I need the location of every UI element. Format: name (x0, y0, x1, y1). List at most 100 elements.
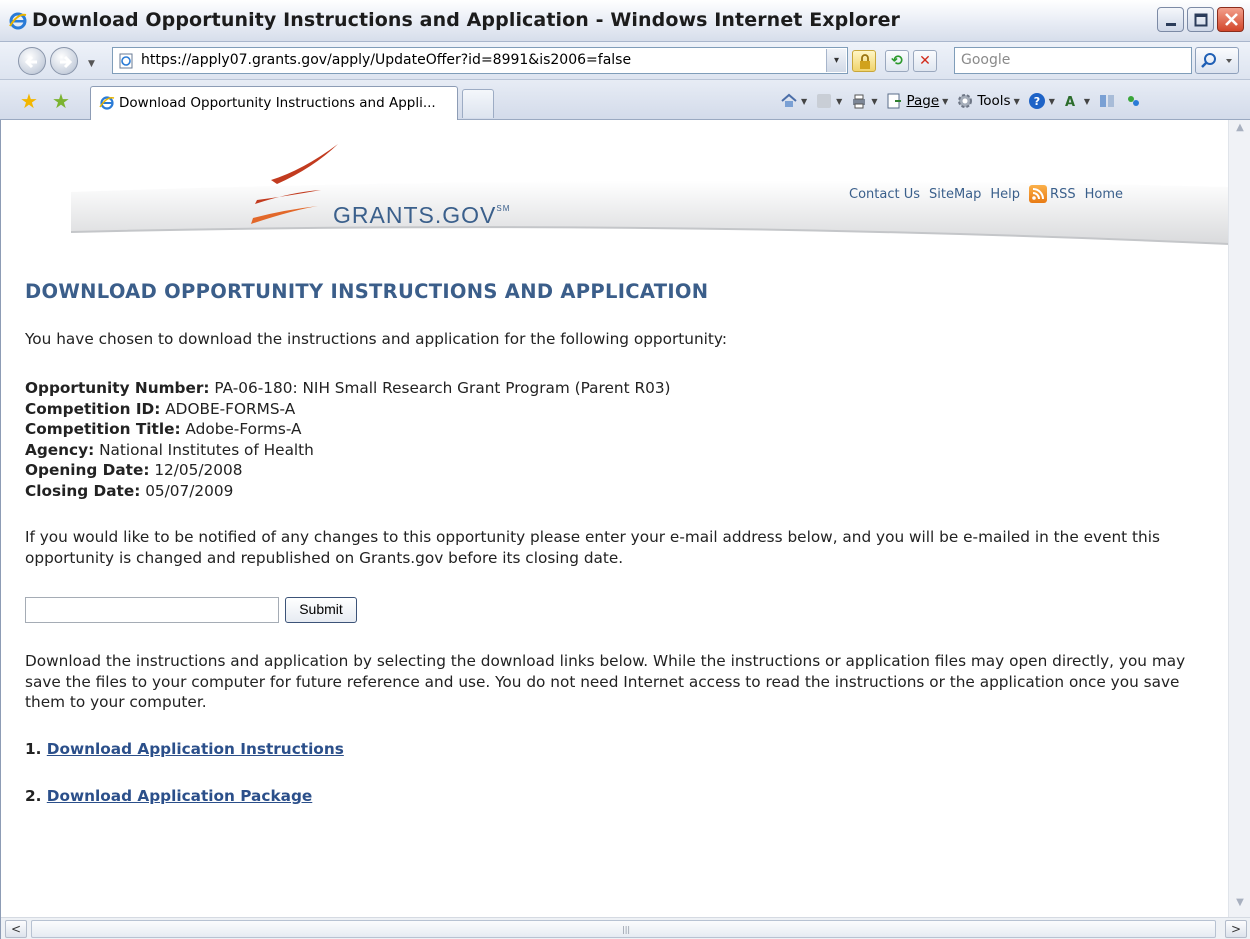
page-icon (119, 53, 133, 69)
help-icon: ? (1028, 93, 1045, 109)
research-button[interactable]: A ▼ (1063, 92, 1090, 110)
search-icon (1201, 53, 1232, 68)
feeds-icon (817, 94, 832, 108)
rss-link[interactable]: RSS (1029, 185, 1076, 203)
svg-text:?: ? (1034, 95, 1040, 108)
horizontal-scrollbar[interactable]: < ||| > (1, 917, 1250, 939)
tools-menu-label: Tools (977, 93, 1011, 109)
download-item-2: 2. Download Application Package (25, 787, 312, 805)
forward-button[interactable] (50, 47, 78, 75)
research-icon-button[interactable] (1098, 92, 1116, 110)
notify-text: If you would like to be notified of any … (25, 528, 1160, 567)
internet-explorer-icon (9, 12, 27, 30)
title-bar: Download Opportunity Instructions and Ap… (0, 0, 1250, 42)
tools-menu-button[interactable]: Tools ▼ (956, 92, 1020, 110)
security-lock-icon[interactable] (852, 50, 876, 72)
recent-pages-dropdown[interactable]: ▼ (88, 59, 95, 69)
page-viewport: GRANTS.GOVSM Contact Us SiteMap Help RSS… (0, 120, 1250, 939)
forward-arrow-icon (60, 55, 73, 69)
url-dropdown-button[interactable]: ▾ (826, 49, 846, 72)
download-number: 2. (25, 787, 47, 805)
messenger-icon (1128, 96, 1140, 106)
tab-label: Download Opportunity Instructions and Ap… (119, 95, 436, 111)
research-icon (1100, 95, 1115, 107)
search-input[interactable]: Google (954, 47, 1192, 74)
url-text: https://apply07.grants.gov/apply/UpdateO… (141, 52, 632, 68)
tab-current[interactable]: Download Opportunity Instructions and Ap… (90, 86, 458, 120)
site-header: GRANTS.GOVSM Contact Us SiteMap Help RSS… (71, 132, 1229, 252)
help-menu-button[interactable]: ? ▼ (1028, 92, 1055, 110)
search-placeholder: Google (961, 52, 1011, 68)
new-tab-button[interactable] (462, 89, 494, 118)
maximize-button[interactable] (1187, 7, 1214, 32)
top-links: Contact Us SiteMap Help RSS Home (849, 185, 1123, 203)
submit-button[interactable]: Submit (285, 597, 357, 623)
detail-label: Opening Date: (25, 461, 150, 479)
page-menu-button[interactable]: Page ▼ (885, 92, 948, 110)
command-bar: ▼ ▼ ▼ Page ▼ Tools ▼ ? ▼ A ▼ (780, 89, 1142, 113)
main-content: DOWNLOAD OPPORTUNITY INSTRUCTIONS AND AP… (25, 280, 1215, 805)
close-icon (1225, 13, 1238, 26)
download-package-link[interactable]: Download Application Package (47, 787, 313, 805)
detail-label: Competition Title: (25, 420, 181, 438)
detail-value: Adobe-Forms-A (180, 420, 302, 438)
logo-text: GRANTS.GOV (333, 202, 497, 228)
detail-label: Opportunity Number: (25, 379, 210, 397)
stop-button[interactable]: ✕ (913, 50, 937, 72)
detail-value: 12/05/2008 (149, 461, 243, 479)
sitemap-link[interactable]: SiteMap (929, 187, 981, 202)
feeds-button[interactable]: ▼ (815, 92, 842, 110)
printer-icon (853, 94, 866, 109)
gear-icon (958, 94, 973, 108)
download-instructions-text: Download the instructions and applicatio… (25, 652, 1186, 711)
opportunity-details: Opportunity Number: PA-06-180: NIH Small… (25, 378, 671, 501)
download-instructions-link[interactable]: Download Application Instructions (47, 740, 344, 758)
vertical-scrollbar[interactable]: ▲ ▼ (1228, 120, 1250, 917)
logo-wordmark: GRANTS.GOVSM (333, 202, 510, 229)
tab-bar: ★ ★ Download Opportunity Instructions an… (0, 80, 1250, 120)
download-item-1: 1. Download Application Instructions (25, 740, 344, 758)
home-icon (781, 93, 797, 107)
favorites-star-icon[interactable]: ★ (20, 89, 38, 113)
download-number: 1. (25, 740, 47, 758)
address-toolbar: ▼ https://apply07.grants.gov/apply/Updat… (0, 42, 1250, 80)
scroll-grip-icon: ||| (622, 925, 631, 934)
detail-value: ADOBE-FORMS-A (160, 399, 296, 418)
internet-explorer-icon (99, 96, 115, 110)
page-icon (887, 93, 902, 109)
detail-closing-date: Closing Date: 05/07/2009 (25, 481, 671, 502)
back-button[interactable] (18, 47, 46, 75)
rss-label: RSS (1050, 186, 1076, 202)
home-link[interactable]: Home (1085, 187, 1123, 202)
detail-value: National Institutes of Health (94, 440, 314, 459)
scroll-left-button[interactable]: < (5, 920, 27, 938)
detail-label: Agency: (25, 440, 95, 459)
window-title: Download Opportunity Instructions and Ap… (32, 9, 901, 31)
scroll-right-button[interactable]: > (1225, 920, 1247, 938)
horizontal-scroll-thumb[interactable]: ||| (31, 920, 1216, 938)
detail-label: Closing Date: (25, 481, 141, 500)
minimize-icon (1166, 23, 1176, 26)
close-button[interactable] (1217, 7, 1244, 32)
svg-text:A: A (1065, 95, 1075, 110)
home-button[interactable]: ▼ (780, 92, 807, 110)
scroll-up-button[interactable]: ▲ (1231, 122, 1249, 140)
contact-us-link[interactable]: Contact Us (849, 187, 920, 202)
detail-agency: Agency: National Institutes of Health (25, 440, 671, 461)
detail-value: PA-06-180: NIH Small Research Grant Prog… (209, 379, 671, 397)
print-button[interactable]: ▼ (850, 92, 877, 110)
add-favorites-icon[interactable]: ★ (52, 89, 70, 113)
search-button[interactable] (1195, 47, 1239, 74)
help-link[interactable]: Help (990, 187, 1020, 202)
refresh-button[interactable]: ⟲ (885, 50, 909, 72)
detail-opening-date: Opening Date: 12/05/2008 (25, 460, 671, 481)
detail-competition-title: Competition Title: Adobe-Forms-A (25, 419, 671, 440)
logo-service-mark: SM (496, 204, 511, 213)
minimize-button[interactable] (1157, 7, 1184, 32)
font-size-icon: A (1065, 95, 1075, 110)
scroll-down-button[interactable]: ▼ (1231, 897, 1249, 915)
messenger-button[interactable] (1124, 92, 1142, 110)
email-field[interactable] (25, 597, 279, 623)
page-title: DOWNLOAD OPPORTUNITY INSTRUCTIONS AND AP… (25, 280, 709, 303)
address-field[interactable]: https://apply07.grants.gov/apply/UpdateO… (112, 47, 848, 74)
